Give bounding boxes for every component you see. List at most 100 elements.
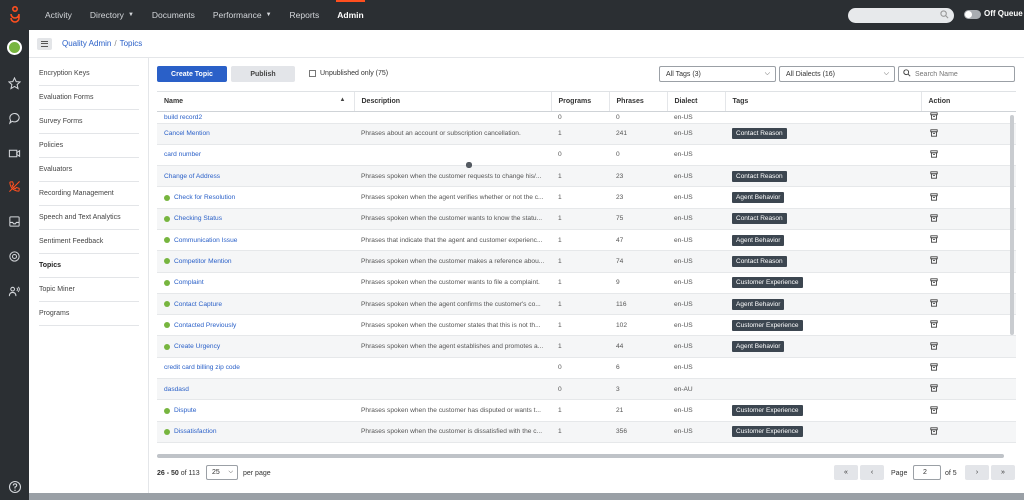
help-icon[interactable] [6,478,23,495]
archive-icon[interactable] [930,214,938,224]
publish-button[interactable]: Publish [231,66,295,82]
horizontal-scrollbar[interactable] [157,454,1004,458]
unpublished-only-filter[interactable]: Unpublished only (75) [309,70,388,77]
archive-icon[interactable] [930,150,938,160]
archive-icon[interactable] [930,235,938,245]
table-row[interactable]: card number 0 0 en-US [157,144,1016,168]
nav-item-directory[interactable]: Directory ▼ [81,0,143,30]
table-row[interactable]: Complaint Phrases spoken when the custome… [157,272,1016,294]
table-row[interactable]: Communication Issue Phrases that indicate… [157,229,1016,252]
topic-name-link[interactable]: credit card billing zip code [164,364,240,371]
side-menu-item-policies[interactable]: Policies [39,134,139,158]
topic-name-link[interactable]: card number [164,151,201,158]
archive-icon[interactable] [930,320,938,330]
nav-item-admin[interactable]: Admin [328,0,372,30]
topic-name-link[interactable]: Contacted Previously [174,322,236,329]
nav-item-documents[interactable]: Documents [143,0,204,30]
column-header-programs[interactable]: Programs [551,92,610,112]
topic-name-link[interactable]: Complaint [174,279,204,286]
side-menu-item-survey-forms[interactable]: Survey Forms [39,110,139,134]
table-row[interactable]: Change of Address Phrases spoken when the… [157,162,1016,188]
topic-name-link[interactable]: Check for Resolution [174,194,235,201]
last-page-button[interactable]: » [991,465,1015,480]
side-menu-item-speech-and-text-analytics[interactable]: Speech and Text Analytics [39,206,139,230]
first-page-button[interactable]: « [834,465,858,480]
unpublished-only-checkbox[interactable] [309,70,316,77]
support-icon[interactable] [6,248,23,265]
archive-icon[interactable] [930,363,938,373]
global-search-input[interactable] [848,8,954,23]
nav-item-performance[interactable]: Performance ▼ [204,0,281,30]
previous-page-button[interactable]: ‹ [860,465,884,480]
archive-icon[interactable] [930,171,938,181]
topic-name-link[interactable]: Competitor Mention [174,258,232,265]
per-page-select[interactable]: 25 ⌵ [206,465,238,480]
table-row[interactable]: build record2 0 0 en-US [157,111,1016,168]
search-name-field[interactable] [898,66,1015,82]
topic-name-link[interactable]: Change of Address [164,173,220,180]
side-menu-item-sentiment-feedback[interactable]: Sentiment Feedback [39,230,139,254]
archive-icon[interactable] [930,405,938,416]
archive-icon[interactable] [930,384,938,394]
column-header-name[interactable]: Name ▲ [157,92,355,112]
table-row[interactable]: credit card billing zip code 0 6 en-US [157,162,1016,380]
side-menu-item-evaluation-forms[interactable]: Evaluation Forms [39,86,139,110]
archive-icon[interactable] [930,256,938,266]
column-header-dialect[interactable]: Dialect [667,92,726,112]
archive-icon[interactable] [930,112,938,122]
side-menu-item-topics[interactable]: Topics [39,254,139,278]
avatar[interactable] [7,40,22,55]
topic-name-link[interactable]: build record2 [164,114,202,121]
table-row[interactable]: Checking Status Phrases spoken when the c… [157,208,1016,230]
vertical-scrollbar[interactable] [1010,115,1014,335]
archive-icon[interactable] [930,129,938,139]
archive-icon[interactable] [930,278,938,288]
nav-item-activity[interactable]: Activity [36,0,81,30]
side-menu-item-encryption-keys[interactable]: Encryption Keys [39,62,139,86]
page-number-input[interactable]: 2 [913,465,941,480]
chat-icon[interactable] [6,110,23,127]
inbox-icon[interactable] [6,213,23,230]
side-menu-item-recording-management[interactable]: Recording Management [39,182,139,206]
column-header-phrases[interactable]: Phrases [609,92,668,112]
hamburger-menu-icon[interactable] [37,37,52,50]
table-row[interactable]: dasdasd 0 3 en-AU [157,162,1016,401]
sort-ascending-icon[interactable]: ▲ [340,97,346,103]
topic-name-link[interactable]: Communication Issue [174,237,237,244]
video-icon[interactable] [6,145,23,162]
star-icon[interactable] [6,75,23,92]
phone-off-icon[interactable] [6,178,23,195]
people-icon[interactable] [6,283,23,300]
side-menu-item-topic-miner[interactable]: Topic Miner [39,278,139,302]
tags-filter-select[interactable]: All Tags (3) ⌵ [659,66,776,82]
breadcrumb-current[interactable]: Topics [120,39,143,48]
topic-name-link[interactable]: Cancel Mention [164,130,210,137]
table-row[interactable]: Cancel Mention Phrases about an account o… [157,123,1016,168]
table-row[interactable]: Create Urgency Phrases spoken when the ag… [157,335,1016,358]
genesys-logo-icon[interactable] [0,0,30,30]
side-menu-item-programs[interactable]: Programs [39,302,139,326]
topic-name-link[interactable]: Dissatisfaction [174,428,217,435]
table-row[interactable]: Contact Capture Phrases spoken when the a… [157,293,1016,316]
column-header-description[interactable]: Description [354,92,552,112]
archive-icon[interactable] [930,299,938,309]
archive-icon[interactable] [930,192,938,203]
table-row[interactable]: Contacted Previously Phrases spoken when … [157,314,1016,337]
topic-name-link[interactable]: Checking Status [174,215,222,222]
search-name-input[interactable] [915,70,1010,78]
archive-icon[interactable] [930,427,938,437]
nav-item-reports[interactable]: Reports [281,0,329,30]
side-menu-item-evaluators[interactable]: Evaluators [39,158,139,182]
table-row[interactable]: Competitor Mention Phrases spoken when th… [157,250,1016,273]
column-header-tags[interactable]: Tags [725,92,922,112]
archive-icon[interactable] [930,342,938,352]
queue-toggle[interactable] [964,10,981,19]
topic-name-link[interactable]: Create Urgency [174,343,220,350]
topic-name-link[interactable]: dasdasd [164,386,189,393]
topic-name-link[interactable]: Contact Capture [174,301,222,308]
table-row[interactable]: Dispute Phrases spoken when the customer … [157,399,1016,422]
topic-name-link[interactable]: Dispute [174,407,196,414]
table-row[interactable]: Check for Resolution Phrases spoken when … [157,186,1016,209]
create-topic-button[interactable]: Create Topic [157,66,227,82]
breadcrumb-root-link[interactable]: Quality Admin [62,39,111,48]
